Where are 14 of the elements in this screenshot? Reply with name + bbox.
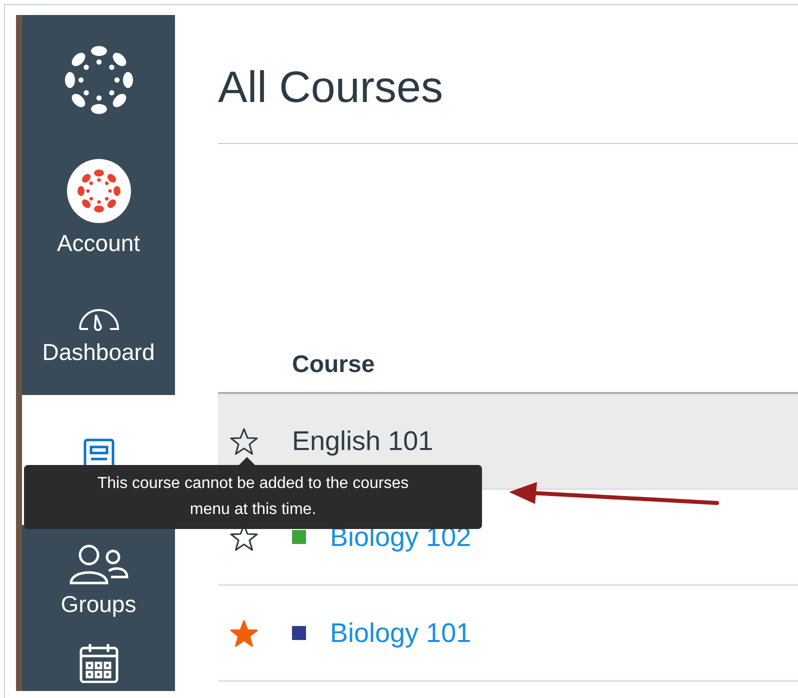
calendar-icon[interactable] (78, 643, 120, 683)
people-icon[interactable] (68, 542, 128, 584)
course-name: English 101 (292, 426, 434, 456)
page-title: All Courses (218, 63, 444, 113)
tooltip: This course cannot be added to the courses menu at this time. (24, 465, 482, 529)
star-icon[interactable] (230, 428, 258, 454)
nav-label[interactable]: Account (56, 230, 140, 257)
nav-label[interactable]: Dashboard (42, 339, 155, 366)
column-header: Course (292, 351, 375, 379)
logo-icon[interactable] (62, 44, 134, 116)
star-icon[interactable] (230, 620, 258, 646)
avatar-icon[interactable] (66, 158, 132, 224)
tooltip-pointer (239, 457, 255, 465)
nav-label[interactable]: Groups (60, 590, 136, 618)
